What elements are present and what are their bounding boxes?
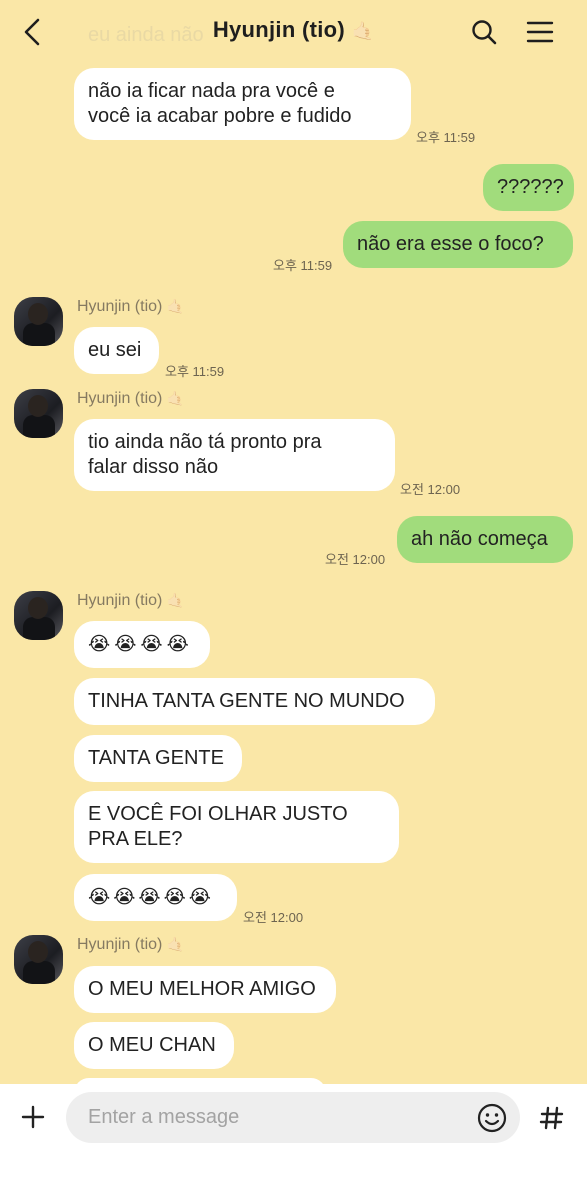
sender-name-text: Hyunjin (tio) — [77, 298, 163, 315]
message-time: 오전 12:00 — [325, 552, 386, 567]
message-bubble[interactable]: O MEU MELHOR AMIGO — [74, 966, 336, 1013]
sender-name-text: Hyunjin (tio) — [77, 390, 163, 407]
composer-bar — [0, 1084, 587, 1200]
sender-emoji: 🤙🏻 — [166, 936, 185, 952]
menu-button[interactable] — [522, 14, 558, 50]
chat-header: eu ainda não Hyunjin (tio) 🤙🏻 — [0, 0, 587, 64]
sender-name-text: Hyunjin (tio) — [77, 936, 163, 953]
message-bubble[interactable]: E VOCÊ FOI OLHAR JUSTO PRA ELE? — [74, 791, 399, 863]
hashtag-button[interactable] — [532, 1098, 572, 1138]
message-bubble[interactable]: 😭😭😭😭 — [74, 621, 210, 668]
avatar[interactable] — [14, 297, 63, 346]
my-message-bubble[interactable]: não era esse o foco? — [343, 221, 573, 268]
my-message-bubble[interactable]: ah não começa — [397, 516, 573, 563]
message-time: 오전 12:00 — [400, 482, 461, 497]
message-time: 오전 12:00 — [243, 910, 304, 925]
sender-name: Hyunjin (tio) 🤙🏻 — [77, 298, 184, 316]
search-icon — [472, 20, 497, 45]
message-bubble[interactable]: 😭😭😭😭😭 — [74, 874, 237, 921]
title-emoji: 🤙🏻 — [351, 21, 375, 41]
plus-icon — [21, 1105, 45, 1129]
sender-emoji: 🤙🏻 — [166, 298, 185, 314]
sender-emoji: 🤙🏻 — [166, 592, 185, 608]
sender-name: Hyunjin (tio) 🤙🏻 — [77, 936, 184, 954]
attach-button[interactable] — [14, 1098, 52, 1136]
message-bubble[interactable]: TINHA TANTA GENTE NO MUNDO — [74, 678, 435, 725]
sender-name-text: Hyunjin (tio) — [77, 592, 163, 609]
message-bubble[interactable]: não ia ficar nada pra você e você ia aca… — [74, 68, 411, 140]
search-button[interactable] — [466, 14, 502, 50]
message-time: 오후 11:59 — [273, 258, 333, 273]
avatar[interactable] — [14, 389, 63, 438]
emoji-button[interactable] — [476, 1102, 508, 1134]
message-input[interactable] — [66, 1092, 520, 1143]
chat-screen: eu ainda não Hyunjin (tio) 🤙🏻 não ia fic… — [0, 0, 587, 1200]
message-time: 오후 11:59 — [416, 130, 476, 145]
message-time: 오후 11:59 — [165, 364, 225, 379]
hashtag-icon — [539, 1106, 564, 1130]
message-bubble[interactable]: O MEU CHAN — [74, 1022, 234, 1069]
menu-icon — [526, 21, 554, 43]
message-bubble[interactable]: TANTA GENTE — [74, 735, 242, 782]
my-message-bubble[interactable]: ?????? — [483, 164, 574, 211]
message-bubble[interactable]: eu sei — [74, 327, 159, 374]
chat-title-text: Hyunjin (tio) — [212, 17, 346, 42]
message-bubble[interactable]: tio ainda não tá pronto pra falar disso … — [74, 419, 395, 491]
emoji-icon — [477, 1103, 507, 1133]
sender-name: Hyunjin (tio) 🤙🏻 — [77, 390, 184, 408]
sender-name: Hyunjin (tio) 🤙🏻 — [77, 592, 184, 610]
avatar[interactable] — [14, 935, 63, 984]
avatar[interactable] — [14, 591, 63, 640]
sender-emoji: 🤙🏻 — [166, 390, 185, 406]
